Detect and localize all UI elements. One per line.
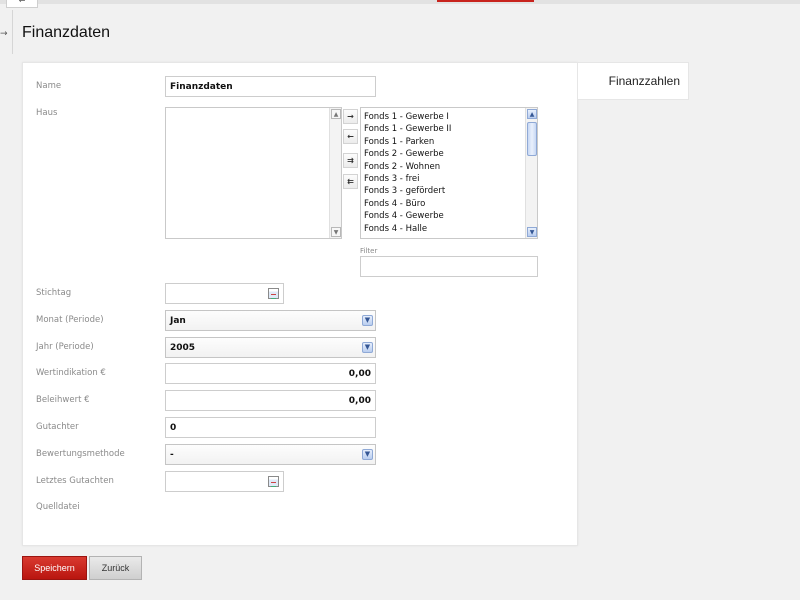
bewertungsmethode-select[interactable]: - ▼ [165,444,376,465]
chevron-down-icon[interactable]: ▼ [362,315,373,326]
stichtag-label: Stichtag [36,288,72,298]
filter-label: Filter [360,247,378,255]
monat-select[interactable]: Jan ▼ [165,310,376,331]
tab-finanzzahlen[interactable]: Finanzzahlen [578,62,689,100]
arrow-up-icon[interactable]: ▲ [331,109,341,119]
selected-scrollbar[interactable]: ▲ ▼ [525,108,537,238]
jahr-value: 2005 [170,342,196,353]
beleihwert-input[interactable]: 0,00 [165,390,376,411]
scroll-thumb[interactable] [527,122,537,156]
gutachter-input[interactable]: 0 [165,417,376,438]
list-item[interactable]: Fonds 1 - Parken [364,136,523,148]
available-scrollbar[interactable]: ▲ ▼ [329,108,341,238]
haus-selected-list[interactable]: Fonds 1 - Gewerbe I Fonds 1 - Gewerbe II F… [360,107,538,239]
letztes-gutachten-input[interactable] [165,471,284,492]
filter-input[interactable] [360,256,538,277]
list-item[interactable]: Fonds 1 - Gewerbe I [364,111,523,123]
list-item[interactable]: Fonds 2 - Wohnen [364,161,523,173]
list-item[interactable]: Fonds 3 - gefördert [364,185,523,197]
quelldatei-label: Quelldatei [36,502,80,512]
list-item[interactable]: Fonds 4 - Büro [364,198,523,210]
jahr-label: Jahr (Periode) [36,342,94,352]
back-arrow-icon[interactable]: ← [6,0,38,8]
name-label: Name [36,81,62,91]
haus-available-list[interactable]: ▲ ▼ [165,107,342,239]
top-bar [0,0,800,4]
chevron-down-icon[interactable]: ▼ [362,342,373,353]
list-item[interactable]: Fonds 2 - Gewerbe [364,148,523,160]
arrow-down-icon[interactable]: ▼ [527,227,537,237]
list-item[interactable]: Fonds 4 - Gewerbe [364,210,523,222]
chevron-down-icon[interactable]: ▼ [362,449,373,460]
arrow-down-icon[interactable]: ▼ [331,227,341,237]
calendar-icon[interactable] [268,288,279,299]
bewertungsmethode-label: Bewertungsmethode [36,449,125,459]
haus-label: Haus [36,108,58,118]
monat-value: Jan [170,315,186,326]
page-title: Finanzdaten [22,24,111,41]
gutachter-label: Gutachter [36,422,79,432]
bewertungsmethode-value: - [170,449,174,460]
list-item[interactable]: Fonds 4 - Halle [364,223,523,235]
name-input[interactable]: Finanzdaten [165,76,376,97]
wertindikation-label: Wertindikation € [36,368,106,378]
add-selected-button[interactable]: → [343,109,358,124]
add-all-button[interactable]: ⇉ [343,153,358,168]
monat-label: Monat (Periode) [36,315,104,325]
wertindikation-input[interactable]: 0,00 [165,363,376,384]
list-item[interactable]: Fonds 3 - frei [364,173,523,185]
jahr-select[interactable]: 2005 ▼ [165,337,376,358]
calendar-icon[interactable] [268,476,279,487]
letztes-gutachten-label: Letztes Gutachten [36,476,114,486]
remove-selected-button[interactable]: ← [343,129,358,144]
stichtag-input[interactable] [165,283,284,304]
selected-items: Fonds 1 - Gewerbe I Fonds 1 - Gewerbe II F… [364,111,523,235]
back-button[interactable]: Zurück [89,556,142,580]
expand-arrow-icon[interactable]: → [0,29,8,39]
save-button[interactable]: Speichern [22,556,87,580]
list-item[interactable]: Fonds 1 - Gewerbe II [364,123,523,135]
side-divider [12,10,13,54]
arrow-up-icon[interactable]: ▲ [527,109,537,119]
beleihwert-label: Beleihwert € [36,395,90,405]
remove-all-button[interactable]: ⇇ [343,174,358,189]
active-tab-indicator [437,0,534,2]
